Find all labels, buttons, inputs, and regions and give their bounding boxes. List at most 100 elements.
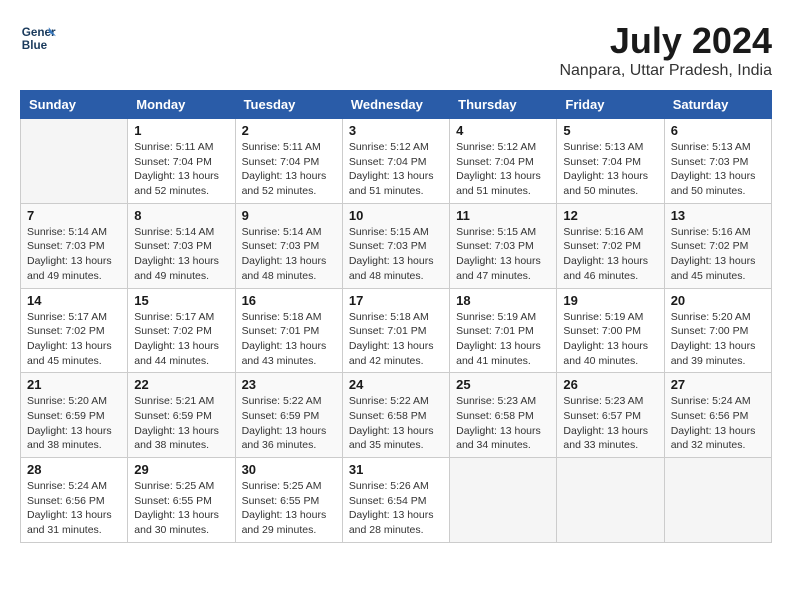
header: General Blue July 2024 Nanpara, Uttar Pr… — [20, 20, 772, 80]
title-area: July 2024 Nanpara, Uttar Pradesh, India — [559, 20, 772, 80]
day-detail: Sunrise: 5:13 AM Sunset: 7:04 PM Dayligh… — [563, 140, 657, 199]
day-number: 30 — [242, 462, 336, 477]
day-cell: 4 Sunrise: 5:12 AM Sunset: 7:04 PM Daylig… — [450, 119, 557, 204]
week-row-5: 28 Sunrise: 5:24 AM Sunset: 6:56 PM Dayli… — [21, 458, 772, 543]
day-cell: 6Sunrise: 5:13 AM Sunset: 7:03 PM Daylig… — [664, 119, 771, 204]
day-number: 21 — [27, 377, 121, 392]
week-row-1: 1 Sunrise: 5:11 AM Sunset: 7:04 PM Daylig… — [21, 119, 772, 204]
day-number: 6 — [671, 123, 765, 138]
day-cell: 20 Sunrise: 5:20 AM Sunset: 7:00 PM Dayli… — [664, 288, 771, 373]
location-title: Nanpara, Uttar Pradesh, India — [559, 62, 772, 80]
day-detail: Sunrise: 5:18 AM Sunset: 7:01 PM Dayligh… — [242, 310, 336, 369]
day-number: 5 — [563, 123, 657, 138]
day-number: 11 — [456, 208, 550, 223]
day-cell: 11 Sunrise: 5:15 AM Sunset: 7:03 PM Dayli… — [450, 203, 557, 288]
day-number: 14 — [27, 293, 121, 308]
day-detail: Sunrise: 5:19 AM Sunset: 7:01 PM Dayligh… — [456, 310, 550, 369]
day-cell: 24Sunrise: 5:22 AM Sunset: 6:58 PM Dayli… — [342, 373, 449, 458]
day-cell: 15 Sunrise: 5:17 AM Sunset: 7:02 PM Dayli… — [128, 288, 235, 373]
day-detail: Sunrise: 5:26 AM Sunset: 6:54 PM Dayligh… — [349, 479, 443, 538]
day-detail: Sunrise: 5:18 AM Sunset: 7:01 PM Dayligh… — [349, 310, 443, 369]
weekday-header-sunday: Sunday — [21, 91, 128, 119]
week-row-4: 21 Sunrise: 5:20 AM Sunset: 6:59 PM Dayli… — [21, 373, 772, 458]
weekday-header-saturday: Saturday — [664, 91, 771, 119]
day-detail: Sunrise: 5:24 AM Sunset: 6:56 PM Dayligh… — [671, 394, 765, 453]
day-cell — [450, 458, 557, 543]
day-number: 12 — [563, 208, 657, 223]
day-cell — [664, 458, 771, 543]
day-detail: Sunrise: 5:21 AM Sunset: 6:59 PM Dayligh… — [134, 394, 228, 453]
day-number: 29 — [134, 462, 228, 477]
day-detail: Sunrise: 5:24 AM Sunset: 6:56 PM Dayligh… — [27, 479, 121, 538]
day-cell: 5 Sunrise: 5:13 AM Sunset: 7:04 PM Daylig… — [557, 119, 664, 204]
day-cell: 12 Sunrise: 5:16 AM Sunset: 7:02 PM Dayli… — [557, 203, 664, 288]
day-number: 18 — [456, 293, 550, 308]
day-number: 7 — [27, 208, 121, 223]
calendar-header: SundayMondayTuesdayWednesdayThursdayFrid… — [21, 91, 772, 119]
weekday-header-monday: Monday — [128, 91, 235, 119]
day-detail: Sunrise: 5:17 AM Sunset: 7:02 PM Dayligh… — [27, 310, 121, 369]
day-cell: 29 Sunrise: 5:25 AM Sunset: 6:55 PM Dayli… — [128, 458, 235, 543]
day-cell: 22 Sunrise: 5:21 AM Sunset: 6:59 PM Dayli… — [128, 373, 235, 458]
weekday-header-tuesday: Tuesday — [235, 91, 342, 119]
day-detail: Sunrise: 5:12 AM Sunset: 7:04 PM Dayligh… — [349, 140, 443, 199]
day-cell: 14 Sunrise: 5:17 AM Sunset: 7:02 PM Dayli… — [21, 288, 128, 373]
day-cell: 9Sunrise: 5:14 AM Sunset: 7:03 PM Daylig… — [235, 203, 342, 288]
day-cell: 13 Sunrise: 5:16 AM Sunset: 7:02 PM Dayli… — [664, 203, 771, 288]
day-number: 23 — [242, 377, 336, 392]
day-number: 31 — [349, 462, 443, 477]
day-detail: Sunrise: 5:15 AM Sunset: 7:03 PM Dayligh… — [456, 225, 550, 284]
day-detail: Sunrise: 5:16 AM Sunset: 7:02 PM Dayligh… — [671, 225, 765, 284]
day-cell — [21, 119, 128, 204]
day-number: 15 — [134, 293, 228, 308]
day-detail: Sunrise: 5:11 AM Sunset: 7:04 PM Dayligh… — [134, 140, 228, 199]
day-detail: Sunrise: 5:12 AM Sunset: 7:04 PM Dayligh… — [456, 140, 550, 199]
week-row-3: 14 Sunrise: 5:17 AM Sunset: 7:02 PM Dayli… — [21, 288, 772, 373]
day-detail: Sunrise: 5:15 AM Sunset: 7:03 PM Dayligh… — [349, 225, 443, 284]
day-cell: 2Sunrise: 5:11 AM Sunset: 7:04 PM Daylig… — [235, 119, 342, 204]
logo: General Blue — [20, 20, 56, 56]
day-number: 1 — [134, 123, 228, 138]
logo-icon: General Blue — [20, 20, 56, 56]
day-detail: Sunrise: 5:14 AM Sunset: 7:03 PM Dayligh… — [134, 225, 228, 284]
day-number: 22 — [134, 377, 228, 392]
day-cell: 19 Sunrise: 5:19 AM Sunset: 7:00 PM Dayli… — [557, 288, 664, 373]
day-detail: Sunrise: 5:25 AM Sunset: 6:55 PM Dayligh… — [134, 479, 228, 538]
day-detail: Sunrise: 5:11 AM Sunset: 7:04 PM Dayligh… — [242, 140, 336, 199]
calendar-table: SundayMondayTuesdayWednesdayThursdayFrid… — [20, 90, 772, 543]
day-cell: 3 Sunrise: 5:12 AM Sunset: 7:04 PM Daylig… — [342, 119, 449, 204]
day-number: 3 — [349, 123, 443, 138]
day-detail: Sunrise: 5:22 AM Sunset: 6:59 PM Dayligh… — [242, 394, 336, 453]
day-detail: Sunrise: 5:20 AM Sunset: 6:59 PM Dayligh… — [27, 394, 121, 453]
day-cell: 28 Sunrise: 5:24 AM Sunset: 6:56 PM Dayli… — [21, 458, 128, 543]
day-number: 4 — [456, 123, 550, 138]
month-year-title: July 2024 — [559, 20, 772, 62]
svg-text:Blue: Blue — [22, 39, 48, 52]
day-cell: 18 Sunrise: 5:19 AM Sunset: 7:01 PM Dayli… — [450, 288, 557, 373]
day-number: 9 — [242, 208, 336, 223]
day-detail: Sunrise: 5:22 AM Sunset: 6:58 PM Dayligh… — [349, 394, 443, 453]
day-number: 16 — [242, 293, 336, 308]
day-cell: 17 Sunrise: 5:18 AM Sunset: 7:01 PM Dayli… — [342, 288, 449, 373]
day-detail: Sunrise: 5:17 AM Sunset: 7:02 PM Dayligh… — [134, 310, 228, 369]
day-cell: 27Sunrise: 5:24 AM Sunset: 6:56 PM Dayli… — [664, 373, 771, 458]
weekday-header-wednesday: Wednesday — [342, 91, 449, 119]
weekday-header-thursday: Thursday — [450, 91, 557, 119]
day-number: 20 — [671, 293, 765, 308]
day-cell: 8Sunrise: 5:14 AM Sunset: 7:03 PM Daylig… — [128, 203, 235, 288]
day-cell: 21 Sunrise: 5:20 AM Sunset: 6:59 PM Dayli… — [21, 373, 128, 458]
day-cell: 26Sunrise: 5:23 AM Sunset: 6:57 PM Dayli… — [557, 373, 664, 458]
day-cell: 10Sunrise: 5:15 AM Sunset: 7:03 PM Dayli… — [342, 203, 449, 288]
day-detail: Sunrise: 5:20 AM Sunset: 7:00 PM Dayligh… — [671, 310, 765, 369]
day-number: 17 — [349, 293, 443, 308]
day-number: 13 — [671, 208, 765, 223]
day-detail: Sunrise: 5:16 AM Sunset: 7:02 PM Dayligh… — [563, 225, 657, 284]
day-detail: Sunrise: 5:23 AM Sunset: 6:57 PM Dayligh… — [563, 394, 657, 453]
day-number: 28 — [27, 462, 121, 477]
week-row-2: 7 Sunrise: 5:14 AM Sunset: 7:03 PM Daylig… — [21, 203, 772, 288]
day-detail: Sunrise: 5:25 AM Sunset: 6:55 PM Dayligh… — [242, 479, 336, 538]
day-detail: Sunrise: 5:19 AM Sunset: 7:00 PM Dayligh… — [563, 310, 657, 369]
day-detail: Sunrise: 5:23 AM Sunset: 6:58 PM Dayligh… — [456, 394, 550, 453]
day-number: 19 — [563, 293, 657, 308]
day-cell: 1 Sunrise: 5:11 AM Sunset: 7:04 PM Daylig… — [128, 119, 235, 204]
